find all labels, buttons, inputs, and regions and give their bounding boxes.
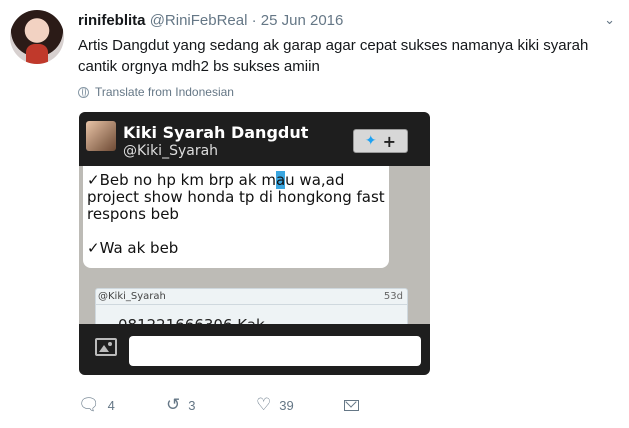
translate-link[interactable]: Translate from Indonesian: [78, 85, 234, 99]
retweet-icon: ↺: [166, 395, 181, 414]
reply-count: 4: [107, 397, 115, 413]
tweet-text: Artis Dangdut yang sedang ak garap agar …: [78, 37, 589, 75]
divider: [96, 304, 407, 305]
media-profile-handle: @Kiki_Syarah: [123, 143, 219, 159]
direct-message-button[interactable]: [344, 394, 359, 416]
reply-handle: @Kiki_Syarah: [98, 291, 166, 302]
reply-button[interactable]: 🗨 4: [78, 394, 115, 416]
heart-icon: ♡: [256, 395, 272, 414]
tweet-media-image[interactable]: Kiki Syarah Dangdut @Kiki_Syarah ✦ + ✓Be…: [79, 112, 430, 375]
tweet-header: rinifeblita @RiniFebReal · 25 Jun 2016: [78, 12, 343, 29]
display-name[interactable]: rinifeblita: [78, 12, 146, 29]
separator: ·: [251, 12, 257, 29]
tweet-date[interactable]: 25 Jun 2016: [261, 12, 344, 29]
tweet-actions: 🗨 4 ↺ 3 ♡ 39: [78, 394, 378, 416]
message-2: ✓Wa ak beb: [87, 240, 385, 257]
avatar[interactable]: [10, 10, 64, 64]
check-icon: ✓: [87, 239, 100, 257]
message-1: ✓Beb no hp km brp ak mau wa,ad project s…: [87, 171, 385, 223]
image-icon: [95, 338, 117, 356]
chevron-down-icon[interactable]: ⌄: [604, 12, 615, 28]
user-handle[interactable]: @RiniFebReal: [150, 12, 248, 29]
globe-icon: [78, 86, 89, 98]
media-follow-button: ✦ +: [353, 129, 408, 153]
envelope-icon: [344, 399, 359, 411]
media-profile-name: Kiki Syarah Dangdut: [123, 123, 309, 142]
media-header-bar: Kiki Syarah Dangdut @Kiki_Syarah ✦ +: [79, 112, 430, 166]
media-compose-bar: [79, 324, 430, 375]
message-2-text: Wa ak beb: [99, 239, 179, 257]
message-1-selection: a: [275, 171, 286, 189]
message-bubble: ✓Beb no hp km brp ak mau wa,ad project s…: [83, 166, 389, 268]
retweet-button[interactable]: ↺ 3: [166, 394, 195, 416]
translate-label: Translate from Indonesian: [95, 85, 234, 99]
media-profile-thumbnail: [86, 121, 116, 151]
reply-time: 53d: [383, 291, 403, 302]
check-icon: ✓: [87, 171, 100, 189]
retweet-count: 3: [188, 397, 196, 413]
like-count: 39: [279, 397, 294, 413]
media-compose-input: [129, 336, 421, 366]
plus-icon: +: [382, 131, 397, 151]
like-button[interactable]: ♡ 39: [256, 394, 294, 416]
message-1-text-a: Beb no hp km brp ak m: [99, 171, 276, 189]
reply-icon: 🗨: [78, 395, 100, 414]
bird-icon: ✦: [364, 133, 377, 149]
